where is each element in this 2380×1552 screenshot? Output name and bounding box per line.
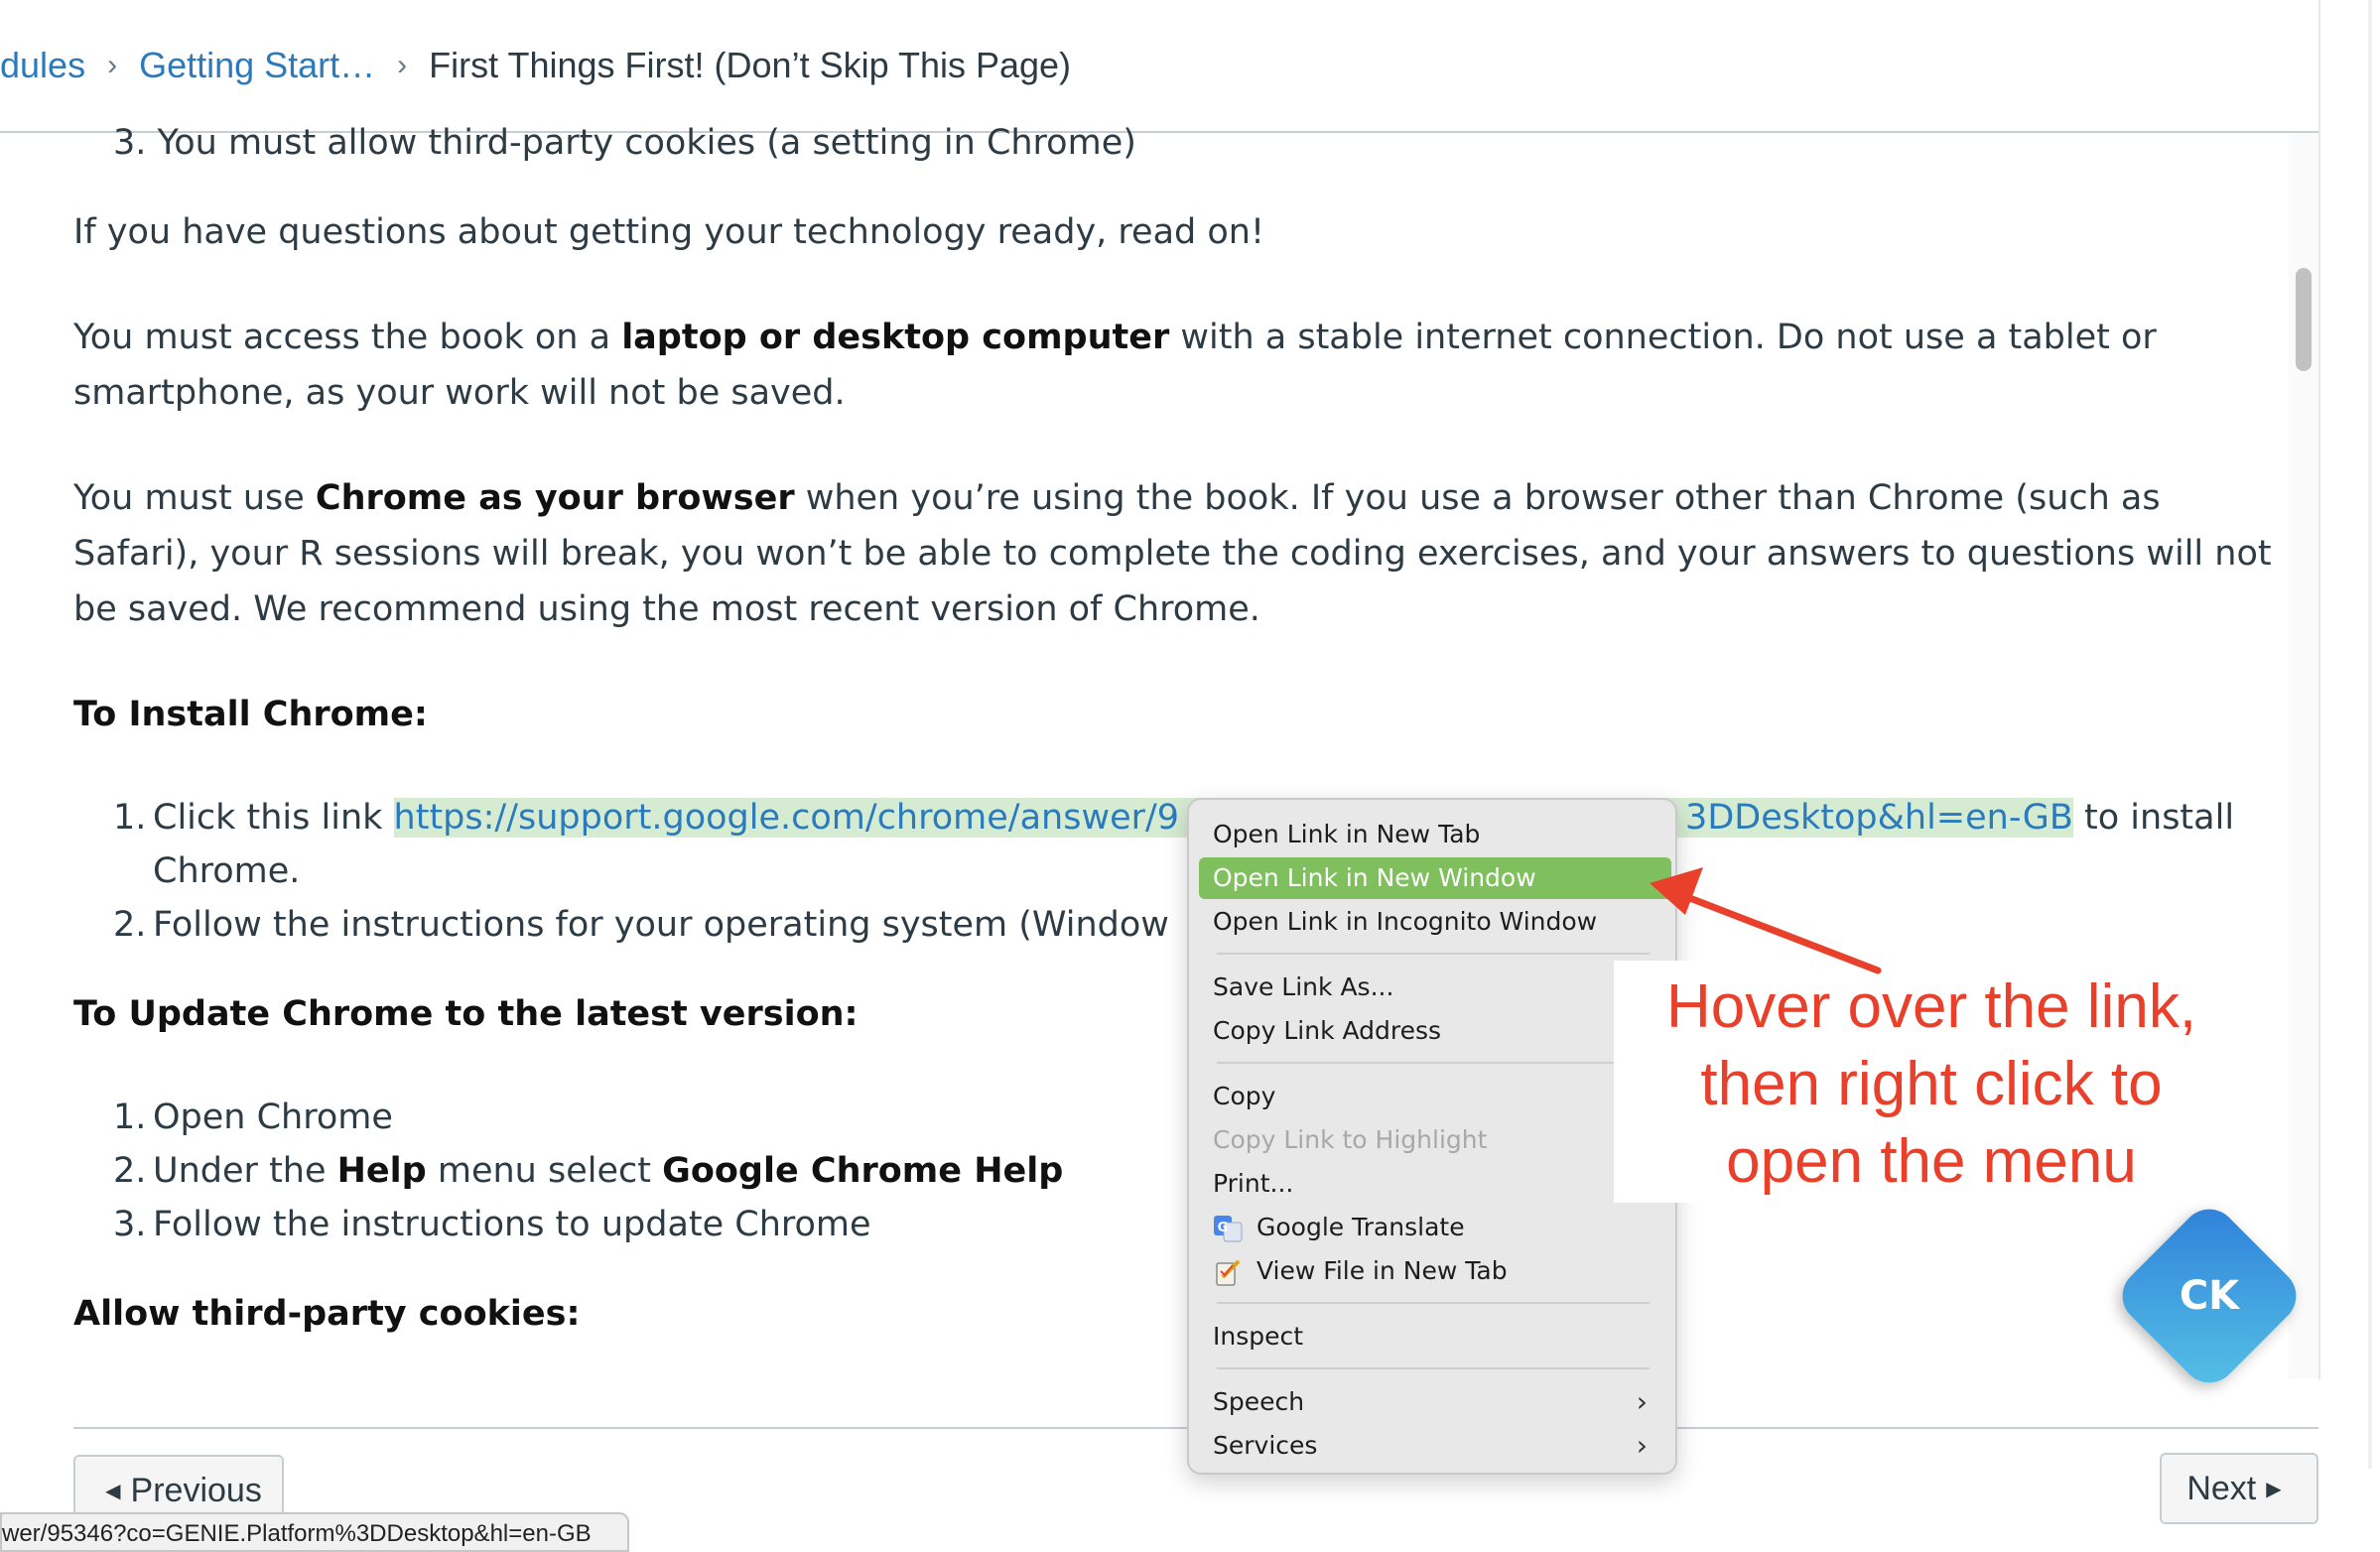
text: menu select (426, 1151, 663, 1191)
breadcrumb-current-page: First Things First! (Don’t Skip This Pag… (429, 45, 1072, 85)
caret-right-icon: ▶ (2266, 1478, 2282, 1500)
list-number: 1. (113, 798, 147, 838)
text: when you’re using the book. If you use a… (794, 478, 2161, 518)
menu-item-copy-link-to-highlight: Copy Link to Highlight (1213, 1125, 1488, 1154)
chevron-right-icon: › (1636, 1429, 1648, 1462)
text: You must access the book on a (73, 318, 622, 357)
menu-item-label: View File in New Tab (1256, 1256, 1508, 1285)
breadcrumb-separator-icon: › (107, 49, 118, 81)
list-item: 1. Open Chrome (113, 1090, 393, 1145)
text: Click this link (153, 798, 394, 838)
bold-text: laptop or desktop computer (621, 318, 1170, 357)
menu-item-open-incognito[interactable]: Open Link in Incognito Window (1199, 901, 1665, 943)
list-item-continuation: Chrome. (153, 851, 301, 891)
menu-item-open-new-window[interactable]: Open Link in New Window (1199, 857, 1671, 899)
menu-item-label: Services (1213, 1431, 1318, 1460)
text: You must use (73, 478, 316, 518)
text: to install (2072, 798, 2235, 838)
menu-item-save-link-as[interactable]: Save Link As... (1199, 967, 1665, 1008)
chevron-right-icon: › (1636, 1385, 1648, 1418)
list-item-partial: 3. You must allow third-party cookies (a… (113, 115, 1136, 171)
menu-separator (1217, 1367, 1650, 1369)
breadcrumb-separator-icon: › (397, 49, 408, 81)
heading-third-party-cookies: Allow third-party cookies: (73, 1286, 580, 1342)
link-text: https://support.google.com/chrome/answer… (393, 798, 1180, 838)
next-label: Next (2186, 1469, 2257, 1507)
paragraph-browser-line2: Safari), your R sessions will break, you… (73, 534, 2272, 574)
text: Follow the instructions to update Chrome (153, 1205, 871, 1244)
bold-text: Help (336, 1151, 427, 1191)
list-number: 2. (113, 1151, 147, 1191)
list-item: 3. Follow the instructions to update Chro… (113, 1197, 871, 1252)
menu-item-inspect[interactable]: Inspect (1199, 1316, 1665, 1358)
list-item-text: 3. You must allow third-party cookies (a… (113, 123, 1136, 163)
bold-text: Google Chrome Help (662, 1151, 1064, 1191)
svg-text:G: G (1218, 1221, 1229, 1235)
content-right-border (2318, 0, 2320, 1379)
menu-item-speech[interactable]: Speech › (1199, 1381, 1665, 1423)
annotation-callout: Hover over the link, then right click to… (1614, 969, 2249, 1201)
menu-item-copy-link-address[interactable]: Copy Link Address (1199, 1010, 1665, 1052)
annotation-line: Hover over the link, (1665, 972, 2197, 1041)
paragraph-device-line2: smartphone, as your work will not be sav… (73, 373, 846, 413)
menu-item-view-file[interactable]: View File in New Tab (1199, 1250, 1665, 1292)
heading-text: To Update Chrome to the latest version: (73, 994, 859, 1034)
paragraph-browser: You must use Chrome as your browser when… (73, 470, 2161, 526)
menu-separator (1217, 1302, 1650, 1304)
caret-left-icon: ◀ (105, 1480, 121, 1502)
text: Open Chrome (153, 1098, 393, 1137)
breadcrumb-link-modules[interactable]: dules (0, 45, 85, 86)
link-text: 3DDesktop&hl=en-GB (1685, 798, 2073, 838)
paragraph-device: You must access the book on a laptop or … (73, 310, 2157, 365)
menu-separator (1217, 953, 1650, 955)
list-item: 2. Follow the instructions for your opera… (113, 897, 1169, 953)
menu-item-copy[interactable]: Copy (1199, 1076, 1665, 1117)
heading-text: To Install Chrome: (73, 695, 428, 734)
menu-item-print[interactable]: Print... (1199, 1163, 1665, 1205)
annotation-line: open the menu (1726, 1127, 2137, 1196)
breadcrumb-link-getting-started[interactable]: Getting Start… (139, 45, 375, 86)
menu-item-label: Google Translate (1256, 1213, 1465, 1241)
menu-item-label: Speech (1213, 1387, 1305, 1416)
text: with a stable internet connection. Do no… (1169, 318, 2157, 357)
text: Under the (153, 1151, 337, 1191)
list-number: 3. (113, 1205, 147, 1244)
annotation-line: then right click to (1700, 1050, 2163, 1118)
heading-install-chrome: To Install Chrome: (73, 687, 428, 742)
paragraph-intro: If you have questions about getting your… (73, 212, 1264, 252)
context-menu: Open Link in New Tab Open Link in New Wi… (1187, 798, 1677, 1475)
text: Follow the instructions for your operati… (153, 905, 1169, 945)
bold-text: Chrome as your browser (315, 478, 795, 518)
list-item: 1. Click this link https://support.google… (113, 790, 2234, 845)
heading-text: Allow third-party cookies: (73, 1294, 581, 1334)
menu-item-services[interactable]: Services › (1199, 1425, 1665, 1467)
heading-update-chrome: To Update Chrome to the latest version: (73, 986, 859, 1042)
paragraph-browser-line3: be saved. We recommend using the most re… (73, 589, 1260, 629)
list-number: 1. (113, 1098, 147, 1137)
next-button[interactable]: Next ▶ (2160, 1453, 2318, 1524)
window-edge (2368, 0, 2372, 1469)
previous-label: Previous (130, 1471, 262, 1509)
menu-separator (1217, 1062, 1650, 1064)
link-status-bar: wer/95346?co=GENIE.Platform%3DDesktop&hl… (0, 1512, 629, 1552)
menu-item-google-translate[interactable]: G Google Translate (1199, 1207, 1665, 1248)
list-number: 2. (113, 905, 147, 945)
menu-item-open-new-tab[interactable]: Open Link in New Tab (1199, 814, 1665, 855)
scrollbar-thumb[interactable] (2296, 268, 2312, 371)
list-item: 2. Under the Help menu select Google Chro… (113, 1143, 1063, 1199)
google-translate-icon: G (1214, 1216, 1243, 1242)
view-file-icon (1216, 1259, 1241, 1286)
ck-badge-label[interactable]: CK (2140, 1258, 2279, 1334)
